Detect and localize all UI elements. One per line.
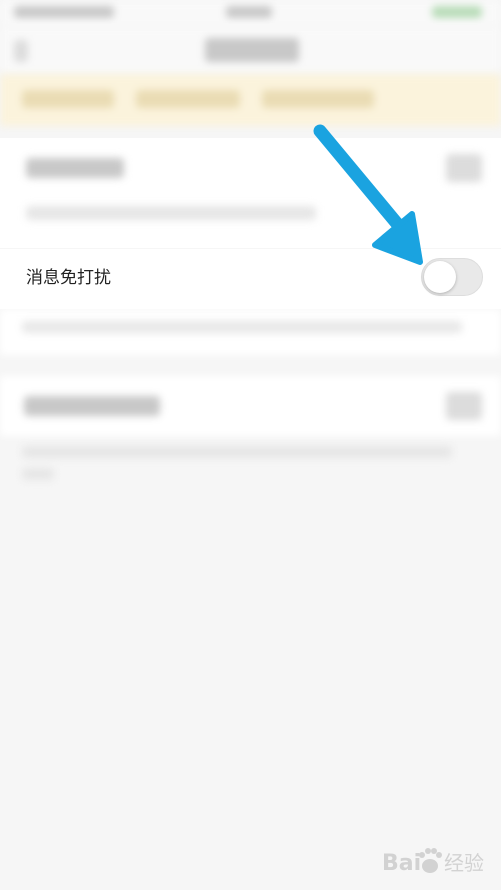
svg-text:Bai: Bai — [382, 851, 421, 876]
paw-logo-icon — [419, 848, 442, 873]
baidu-jingyan-watermark: Bai 经验 — [382, 848, 484, 876]
arrow-shaft — [313, 124, 411, 239]
svg-text:经验: 经验 — [444, 851, 484, 875]
annotation-arrow — [313, 124, 423, 265]
